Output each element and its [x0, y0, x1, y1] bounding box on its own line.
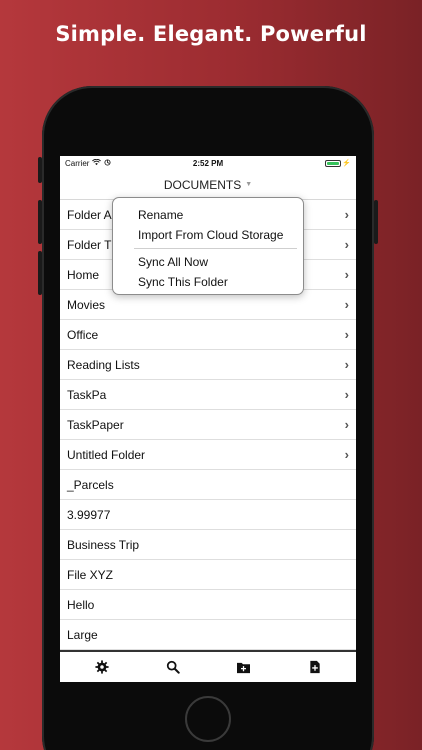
- folder-name: TaskPa: [67, 387, 107, 402]
- sync-all-menu-item[interactable]: Sync All Now: [113, 252, 303, 272]
- file-name: File XYZ: [67, 567, 114, 582]
- folder-row[interactable]: TaskPa ›: [60, 380, 356, 410]
- chevron-right-icon: ›: [344, 357, 349, 372]
- nav-bar[interactable]: DOCUMENTS ▼: [60, 170, 356, 200]
- file-row[interactable]: _Parcels: [60, 470, 356, 500]
- home-button: [185, 696, 231, 742]
- file-name: Hello: [67, 597, 95, 612]
- folder-name: Untitled Folder: [67, 447, 146, 462]
- new-folder-icon[interactable]: [236, 659, 252, 675]
- chevron-right-icon: ›: [344, 387, 349, 402]
- folder-row[interactable]: Untitled Folder ›: [60, 440, 356, 470]
- file-row[interactable]: Large: [60, 620, 356, 650]
- file-row[interactable]: Business Trip: [60, 530, 356, 560]
- file-name: Business Trip: [67, 537, 140, 552]
- chevron-right-icon: ›: [344, 297, 349, 312]
- chevron-right-icon: ›: [344, 447, 349, 462]
- folder-name: Home: [67, 267, 100, 282]
- rename-menu-item[interactable]: Rename: [113, 205, 303, 225]
- file-row[interactable]: Hello: [60, 590, 356, 620]
- chevron-down-icon[interactable]: ▼: [245, 181, 252, 188]
- marketing-headline: Simple. Elegant. Powerful: [55, 22, 367, 46]
- folder-row[interactable]: TaskPaper ›: [60, 410, 356, 440]
- file-row[interactable]: File XYZ: [60, 560, 356, 590]
- chevron-right-icon: ›: [344, 207, 349, 222]
- folder-row[interactable]: Office ›: [60, 320, 356, 350]
- folder-name: Movies: [67, 297, 106, 312]
- sync-folder-menu-item[interactable]: Sync This Folder: [113, 272, 303, 292]
- folder-name: TaskPaper: [67, 417, 124, 432]
- chevron-right-icon: ›: [344, 417, 349, 432]
- context-menu: Rename Import From Cloud Storage Sync Al…: [112, 197, 304, 295]
- search-icon[interactable]: [165, 659, 181, 675]
- nav-title[interactable]: DOCUMENTS: [164, 178, 241, 192]
- chevron-right-icon: ›: [344, 237, 349, 252]
- status-time: 2:52 PM: [192, 158, 224, 168]
- file-row[interactable]: 3.99977: [60, 500, 356, 530]
- folder-name: Office: [67, 327, 99, 342]
- import-cloud-menu-item[interactable]: Import From Cloud Storage: [113, 225, 303, 245]
- chevron-right-icon: ›: [344, 267, 349, 282]
- chevron-right-icon: ›: [344, 327, 349, 342]
- folder-name: Reading Lists: [67, 357, 140, 372]
- folder-row[interactable]: Reading Lists ›: [60, 350, 356, 380]
- menu-divider: [134, 248, 297, 249]
- bottom-toolbar: [60, 650, 356, 682]
- file-name: _Parcels: [67, 477, 114, 492]
- gear-icon[interactable]: [94, 659, 110, 675]
- new-file-icon[interactable]: [307, 659, 323, 675]
- file-name: 3.99977: [67, 507, 111, 522]
- power-button: [374, 200, 378, 244]
- file-name: Large: [67, 627, 98, 642]
- status-bar: Carrier 2:52 PM ⚡: [60, 156, 356, 170]
- folder-name: Folder A: [67, 207, 112, 222]
- folder-name: Folder T: [67, 237, 112, 252]
